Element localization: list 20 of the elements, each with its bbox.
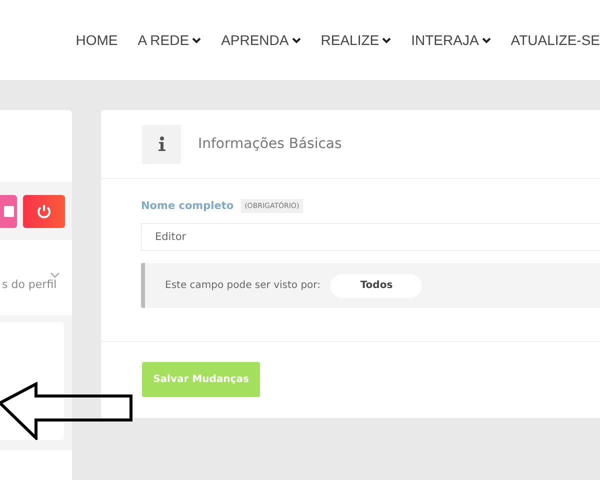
chevron-down-icon	[382, 36, 392, 44]
nav-link[interactable]: A REDE	[138, 32, 202, 48]
chevron-down-icon	[292, 36, 301, 44]
profile-menu-label[interactable]: s do perfil	[2, 278, 57, 291]
visibility-selector[interactable]: Todos	[330, 274, 422, 298]
section-title: Informações Básicas	[198, 136, 342, 152]
chevron-down-icon	[192, 36, 202, 44]
chevron-down-icon	[482, 36, 491, 44]
info-icon	[142, 124, 181, 164]
nav-link[interactable]: ATUALIZE-SE	[510, 32, 600, 48]
nav-link[interactable]: APRENDA	[221, 32, 301, 48]
nav-link[interactable]: HOME	[76, 32, 118, 48]
logout-button[interactable]	[23, 194, 65, 228]
nav-link[interactable]: REALIZE	[320, 32, 392, 48]
nav-link[interactable]: INTERAJA	[411, 32, 491, 48]
visibility-label: Este campo pode ser visto por:	[165, 280, 320, 291]
power-icon	[36, 203, 52, 219]
field-label: Nome completo	[141, 200, 234, 212]
name-input-field[interactable]: Editor	[141, 223, 600, 251]
chevron-down-icon	[50, 272, 60, 278]
